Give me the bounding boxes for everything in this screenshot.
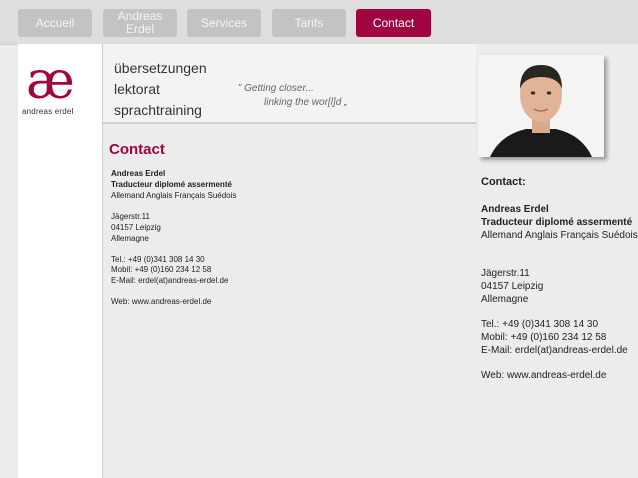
contact-city: 04157 Leipzig — [111, 223, 161, 232]
top-navigation-bar: Accueil Andreas Erdel Services Tarifs Co… — [0, 0, 638, 45]
ae-logo-icon: æ — [26, 58, 75, 104]
contact-name: Andreas Erdel — [111, 169, 166, 178]
service-sprachtraining: sprachtraining — [114, 102, 202, 118]
nav-tarifs-button[interactable]: Tarifs — [272, 9, 346, 37]
contact-languages: Allemand Anglais Français Suédois — [111, 191, 237, 200]
contact-street: Jägerstr.11 — [111, 212, 150, 221]
sidebar-contact-title: Traducteur diplomé assermenté — [481, 217, 633, 228]
service-uebersetzungen: übersetzungen — [114, 60, 207, 76]
tagline-line-1: ” Getting closer... — [238, 83, 314, 94]
contact-email: E-Mail: erdel(at)andreas-erdel.de — [111, 276, 229, 285]
svg-text:æ: æ — [26, 58, 75, 104]
sidebar-contact-languages: Allemand Anglais Français Suédois — [481, 230, 638, 241]
sidebar-contact-city: 04157 Leipzig — [481, 281, 544, 292]
portrait-photo — [478, 55, 604, 157]
service-lektorat: lektorat — [114, 81, 160, 97]
sidebar-contact-country: Allemagne — [481, 294, 529, 305]
contact-mobil: Mobil: +49 (0)160 234 12 58 — [111, 265, 212, 274]
tagline-line-2: linking the wor[l]d „ — [264, 97, 348, 108]
sidebar-contact-web: Web: www.andreas-erdel.de — [481, 370, 607, 381]
sidebar-contact-street: Jägerstr.11 — [481, 268, 530, 279]
person-portrait-icon — [478, 55, 604, 157]
nav-andreas-erdel-button[interactable]: Andreas Erdel — [103, 9, 177, 37]
contact-tel: Tel.: +49 (0)341 308 14 30 — [111, 255, 205, 264]
nav-contact-button[interactable]: Contact — [356, 9, 431, 37]
sidebar-contact-name: Andreas Erdel — [481, 204, 549, 215]
page-title: Contact — [109, 141, 165, 158]
sidebar-contact-tel: Tel.: +49 (0)341 308 14 30 — [481, 319, 599, 330]
sidebar-contact-heading: Contact: — [481, 176, 526, 188]
contact-web: Web: www.andreas-erdel.de — [111, 297, 212, 306]
contact-title: Traducteur diplomé assermenté — [111, 180, 232, 189]
sidebar-contact-mobil: Mobil: +49 (0)160 234 12 58 — [481, 332, 607, 343]
nav-accueil-button[interactable]: Accueil — [18, 9, 92, 37]
nav-services-button[interactable]: Services — [187, 9, 261, 37]
contact-country: Allemagne — [111, 234, 149, 243]
sidebar-contact-email: E-Mail: erdel(at)andreas-erdel.de — [481, 345, 628, 356]
logo-name: andreas erdel — [22, 107, 74, 116]
